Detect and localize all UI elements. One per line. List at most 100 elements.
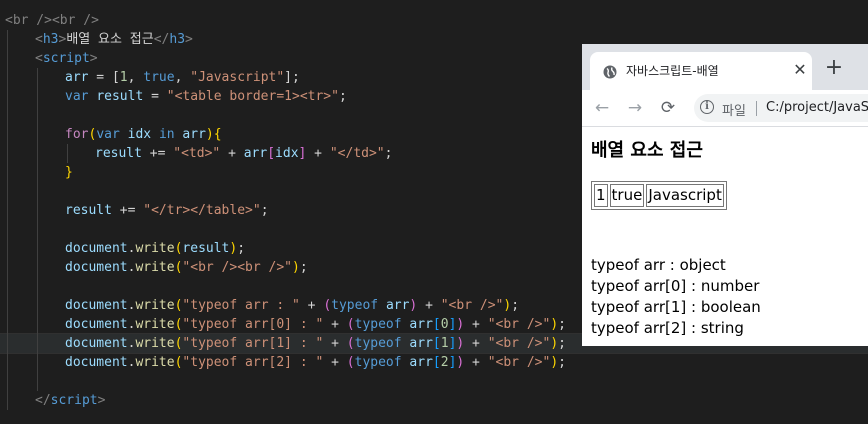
code-token: for — [65, 127, 89, 142]
code-token: + — [464, 355, 488, 370]
code-token: arr — [65, 70, 89, 85]
code-token: [ — [432, 336, 441, 351]
page-content: 배열 요소 접근 1 true Javascript typeof arr : … — [582, 127, 868, 346]
table-cell: true — [609, 184, 645, 207]
close-icon[interactable]: ✕ — [790, 60, 810, 80]
browser-tab[interactable]: 자바스크립트-배열 ✕ — [590, 52, 812, 90]
address-url[interactable]: C:/project/JavaS — [766, 100, 868, 115]
code-token: ) — [503, 298, 512, 313]
code-token: arr — [385, 298, 410, 313]
code-token: document — [65, 298, 128, 313]
tab-title: 자바스크립트-배열 — [626, 64, 719, 78]
code-token: idx — [275, 146, 299, 161]
code-token: </ — [153, 32, 170, 47]
code-token: ; — [384, 146, 393, 161]
code-token: arr — [409, 317, 433, 332]
code-token: "</td>" — [329, 146, 385, 161]
code-token: 1 — [440, 336, 449, 351]
code-token: ) — [550, 336, 559, 351]
code-token: "<br />" — [440, 298, 504, 313]
code-token: ; — [558, 336, 566, 351]
code-token: write — [135, 298, 175, 313]
code-token: + — [323, 355, 347, 370]
code-token: "<td>" — [173, 146, 221, 161]
code-token: ; — [260, 203, 269, 218]
tab-strip: 자바스크립트-배열 ✕ + — [582, 44, 868, 90]
code-token: + — [464, 317, 488, 332]
table-row: 1 true Javascript — [594, 184, 724, 207]
code-token: ( — [346, 355, 355, 370]
code-token: <br /><br /> — [5, 13, 99, 28]
code-token: + — [417, 298, 441, 313]
code-token: [ — [432, 355, 441, 370]
typeof-output-line: typeof arr[1] : boolean — [591, 298, 761, 316]
code-token: result — [96, 89, 144, 104]
code-token: var — [96, 127, 120, 142]
back-arrow-icon[interactable]: ← — [592, 98, 612, 118]
code-token: arr — [409, 336, 433, 351]
address-bar[interactable]: i 파일 C:/project/JavaS — [694, 94, 868, 122]
code-token: += — [111, 203, 144, 218]
new-tab-button[interactable]: + — [822, 56, 846, 80]
typeof-output-line: typeof arr : object — [591, 256, 726, 274]
code-token: > — [185, 32, 193, 47]
table-cell: 1 — [594, 184, 608, 207]
code-token: "</tr></table>" — [143, 203, 261, 218]
reload-icon[interactable]: ⟳ — [658, 98, 678, 118]
code-token: + — [323, 336, 347, 351]
code-token: 1 — [119, 70, 128, 85]
code-token: + — [220, 146, 244, 161]
code-token: ) — [292, 260, 300, 275]
code-token: </ — [35, 393, 51, 408]
code-token: ; — [237, 241, 246, 256]
code-token: 0 — [440, 317, 449, 332]
code-token: + — [323, 317, 347, 332]
code-token: in — [158, 127, 175, 142]
code-token: h3 — [42, 32, 59, 47]
info-icon[interactable]: i — [700, 100, 714, 114]
code-token: ; — [299, 260, 308, 275]
code-token: ; — [338, 89, 347, 104]
code-token: document — [65, 260, 128, 275]
forward-arrow-icon[interactable]: → — [625, 98, 645, 118]
code-token: "typeof arr[2] : " — [182, 355, 324, 370]
code-token: ]; — [284, 70, 300, 85]
code-token: ( — [346, 336, 355, 351]
code-token: result — [182, 241, 230, 256]
code-token: "typeof arr : " — [182, 298, 300, 313]
code-token: ) — [205, 127, 214, 142]
code-token: ) — [550, 355, 559, 370]
code-token: arr — [243, 146, 268, 161]
code-token: typeof — [354, 355, 402, 370]
code-token: arr — [409, 355, 433, 370]
code-token: > — [97, 393, 106, 408]
code-token: script — [42, 51, 90, 66]
code-token: + — [299, 298, 324, 313]
code-token: document — [65, 336, 128, 351]
code-token: h3 — [169, 32, 186, 47]
code-token: document — [65, 355, 128, 370]
code-token: + — [464, 336, 488, 351]
indent-guide — [37, 68, 38, 391]
code-token: "<table border=1><tr>" — [166, 89, 339, 104]
code-token: var — [65, 89, 89, 104]
code-token: result — [95, 146, 142, 161]
code-token: } — [65, 165, 73, 180]
browser-toolbar: ← → ⟳ i 파일 C:/project/JavaS — [582, 90, 868, 127]
code-token: [ — [267, 146, 276, 161]
code-token: = [ — [88, 70, 120, 85]
code-token: 배열 요소 접근 — [66, 32, 154, 47]
code-token: write — [135, 355, 175, 370]
code-token: typeof — [354, 336, 402, 351]
indent-guide — [67, 144, 68, 163]
code-token: write — [135, 336, 175, 351]
code-token: write — [135, 317, 175, 332]
code-token: write — [135, 241, 175, 256]
code-token: result — [65, 203, 112, 218]
code-token: = — [143, 89, 167, 104]
address-separator — [756, 101, 757, 116]
code-token: arr — [182, 127, 206, 142]
code-token: > — [89, 51, 98, 66]
code-token: typeof — [354, 317, 402, 332]
